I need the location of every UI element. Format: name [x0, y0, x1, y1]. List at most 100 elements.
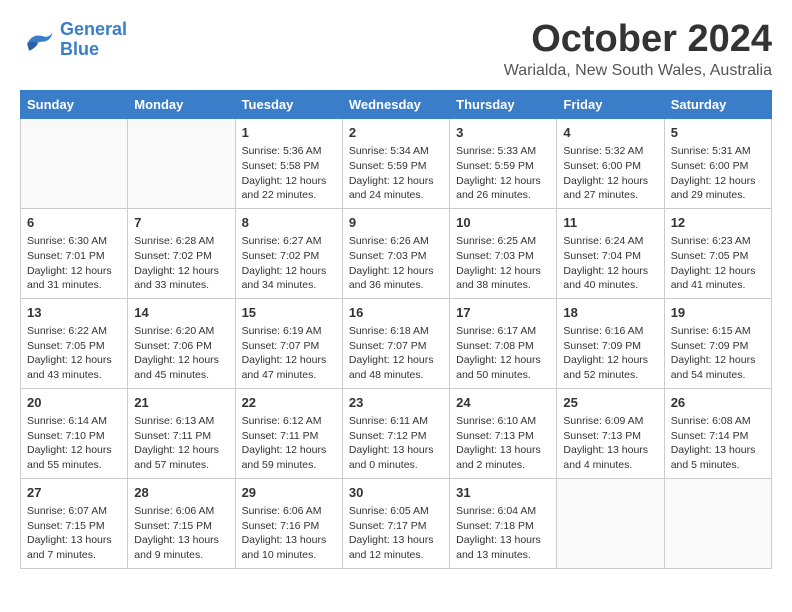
day-info: Sunrise: 6:06 AMSunset: 7:16 PMDaylight:… [242, 504, 336, 563]
week-row-5: 27 Sunrise: 6:07 AMSunset: 7:15 PMDayligh… [21, 478, 772, 568]
day-info: Sunrise: 5:31 AMSunset: 6:00 PMDaylight:… [671, 144, 765, 203]
day-number: 30 [349, 484, 443, 502]
day-cell: 10Sunrise: 6:25 AMSunset: 7:03 PMDayligh… [450, 208, 557, 298]
day-info: Sunrise: 6:25 AMSunset: 7:03 PMDaylight:… [456, 234, 550, 293]
header-tuesday: Tuesday [235, 91, 342, 119]
day-cell: 27 Sunrise: 6:07 AMSunset: 7:15 PMDayligh… [21, 478, 128, 568]
day-number: 4 [563, 124, 657, 142]
day-info: Sunrise: 6:27 AMSunset: 7:02 PMDaylight:… [242, 234, 336, 293]
day-number: 2 [349, 124, 443, 142]
logo-line1: General [60, 19, 127, 39]
header-wednesday: Wednesday [342, 91, 449, 119]
day-cell: 17Sunrise: 6:17 AMSunset: 7:08 PMDayligh… [450, 298, 557, 388]
day-cell [128, 119, 235, 209]
day-info: Sunrise: 6:12 AMSunset: 7:11 PMDaylight:… [242, 414, 336, 473]
day-info: Sunrise: 6:14 AMSunset: 7:10 PMDaylight:… [27, 414, 121, 473]
day-cell: 5 Sunrise: 5:31 AMSunset: 6:00 PMDaylight… [664, 119, 771, 209]
day-cell: 9Sunrise: 6:26 AMSunset: 7:03 PMDaylight… [342, 208, 449, 298]
day-cell: 14 Sunrise: 6:20 AMSunset: 7:06 PMDayligh… [128, 298, 235, 388]
day-info: Sunrise: 6:22 AMSunset: 7:05 PMDaylight:… [27, 324, 121, 383]
day-cell: 20 Sunrise: 6:14 AMSunset: 7:10 PMDayligh… [21, 388, 128, 478]
logo-text: General Blue [60, 20, 127, 60]
day-cell: 31 Sunrise: 6:04 AMSunset: 7:18 PMDayligh… [450, 478, 557, 568]
header-row: SundayMondayTuesdayWednesdayThursdayFrid… [21, 91, 772, 119]
day-cell: 15Sunrise: 6:19 AMSunset: 7:07 PMDayligh… [235, 298, 342, 388]
day-number: 25 [563, 394, 657, 412]
day-number: 18 [563, 304, 657, 322]
day-info: Sunrise: 6:07 AMSunset: 7:15 PMDaylight:… [27, 504, 121, 563]
day-number: 8 [242, 214, 336, 232]
calendar-table: SundayMondayTuesdayWednesdayThursdayFrid… [20, 90, 772, 569]
day-number: 26 [671, 394, 765, 412]
day-number: 27 [27, 484, 121, 502]
day-cell: 6Sunrise: 6:30 AMSunset: 7:01 PMDaylight… [21, 208, 128, 298]
day-info: Sunrise: 6:28 AMSunset: 7:02 PMDaylight:… [134, 234, 228, 293]
day-cell: 8 Sunrise: 6:27 AMSunset: 7:02 PMDaylight… [235, 208, 342, 298]
day-info: Sunrise: 6:10 AMSunset: 7:13 PMDaylight:… [456, 414, 550, 473]
day-info: Sunrise: 6:20 AMSunset: 7:06 PMDaylight:… [134, 324, 228, 383]
week-row-3: 13 Sunrise: 6:22 AMSunset: 7:05 PMDayligh… [21, 298, 772, 388]
day-number: 13 [27, 304, 121, 322]
day-number: 22 [242, 394, 336, 412]
day-number: 21 [134, 394, 228, 412]
page-header: General Blue October 2024 Warialda, New … [20, 20, 772, 80]
calendar-title: October 2024 [504, 20, 772, 58]
day-info: Sunrise: 6:24 AMSunset: 7:04 PMDaylight:… [563, 234, 657, 293]
calendar-subtitle: Warialda, New South Wales, Australia [504, 62, 772, 80]
day-info: Sunrise: 6:19 AMSunset: 7:07 PMDaylight:… [242, 324, 336, 383]
day-cell: 25 Sunrise: 6:09 AMSunset: 7:13 PMDayligh… [557, 388, 664, 478]
day-info: Sunrise: 6:04 AMSunset: 7:18 PMDaylight:… [456, 504, 550, 563]
header-monday: Monday [128, 91, 235, 119]
day-number: 17 [456, 304, 550, 322]
day-info: Sunrise: 6:23 AMSunset: 7:05 PMDaylight:… [671, 234, 765, 293]
day-info: Sunrise: 5:33 AMSunset: 5:59 PMDaylight:… [456, 144, 550, 203]
header-sunday: Sunday [21, 91, 128, 119]
day-cell [557, 478, 664, 568]
day-info: Sunrise: 6:16 AMSunset: 7:09 PMDaylight:… [563, 324, 657, 383]
day-number: 20 [27, 394, 121, 412]
day-cell: 30 Sunrise: 6:05 AMSunset: 7:17 PMDayligh… [342, 478, 449, 568]
day-number: 7 [134, 214, 228, 232]
day-number: 29 [242, 484, 336, 502]
logo: General Blue [20, 20, 127, 60]
day-info: Sunrise: 5:36 AMSunset: 5:58 PMDaylight:… [242, 144, 336, 203]
day-cell: 4Sunrise: 5:32 AMSunset: 6:00 PMDaylight… [557, 119, 664, 209]
day-number: 5 [671, 124, 765, 142]
day-number: 31 [456, 484, 550, 502]
day-cell: 12 Sunrise: 6:23 AMSunset: 7:05 PMDayligh… [664, 208, 771, 298]
day-cell: 1Sunrise: 5:36 AMSunset: 5:58 PMDaylight… [235, 119, 342, 209]
day-cell [21, 119, 128, 209]
day-number: 23 [349, 394, 443, 412]
day-info: Sunrise: 6:13 AMSunset: 7:11 PMDaylight:… [134, 414, 228, 473]
day-cell: 29 Sunrise: 6:06 AMSunset: 7:16 PMDayligh… [235, 478, 342, 568]
day-number: 3 [456, 124, 550, 142]
day-cell: 22 Sunrise: 6:12 AMSunset: 7:11 PMDayligh… [235, 388, 342, 478]
day-number: 28 [134, 484, 228, 502]
day-cell: 7 Sunrise: 6:28 AMSunset: 7:02 PMDaylight… [128, 208, 235, 298]
day-number: 24 [456, 394, 550, 412]
day-cell: 23 Sunrise: 6:11 AMSunset: 7:12 PMDayligh… [342, 388, 449, 478]
day-cell: 26 Sunrise: 6:08 AMSunset: 7:14 PMDayligh… [664, 388, 771, 478]
day-cell: 19Sunrise: 6:15 AMSunset: 7:09 PMDayligh… [664, 298, 771, 388]
day-number: 14 [134, 304, 228, 322]
header-friday: Friday [557, 91, 664, 119]
day-info: Sunrise: 5:34 AMSunset: 5:59 PMDaylight:… [349, 144, 443, 203]
day-cell [664, 478, 771, 568]
day-cell: 13 Sunrise: 6:22 AMSunset: 7:05 PMDayligh… [21, 298, 128, 388]
day-cell: 3 Sunrise: 5:33 AMSunset: 5:59 PMDaylight… [450, 119, 557, 209]
day-info: Sunrise: 6:05 AMSunset: 7:17 PMDaylight:… [349, 504, 443, 563]
day-cell: 21 Sunrise: 6:13 AMSunset: 7:11 PMDayligh… [128, 388, 235, 478]
header-thursday: Thursday [450, 91, 557, 119]
logo-line2: Blue [60, 39, 99, 59]
day-info: Sunrise: 6:15 AMSunset: 7:09 PMDaylight:… [671, 324, 765, 383]
day-cell: 18 Sunrise: 6:16 AMSunset: 7:09 PMDayligh… [557, 298, 664, 388]
day-cell: 24 Sunrise: 6:10 AMSunset: 7:13 PMDayligh… [450, 388, 557, 478]
day-number: 12 [671, 214, 765, 232]
day-cell: 16Sunrise: 6:18 AMSunset: 7:07 PMDayligh… [342, 298, 449, 388]
day-number: 11 [563, 214, 657, 232]
day-info: Sunrise: 6:09 AMSunset: 7:13 PMDaylight:… [563, 414, 657, 473]
day-number: 16 [349, 304, 443, 322]
day-info: Sunrise: 6:11 AMSunset: 7:12 PMDaylight:… [349, 414, 443, 473]
day-cell: 2 Sunrise: 5:34 AMSunset: 5:59 PMDaylight… [342, 119, 449, 209]
day-info: Sunrise: 6:08 AMSunset: 7:14 PMDaylight:… [671, 414, 765, 473]
